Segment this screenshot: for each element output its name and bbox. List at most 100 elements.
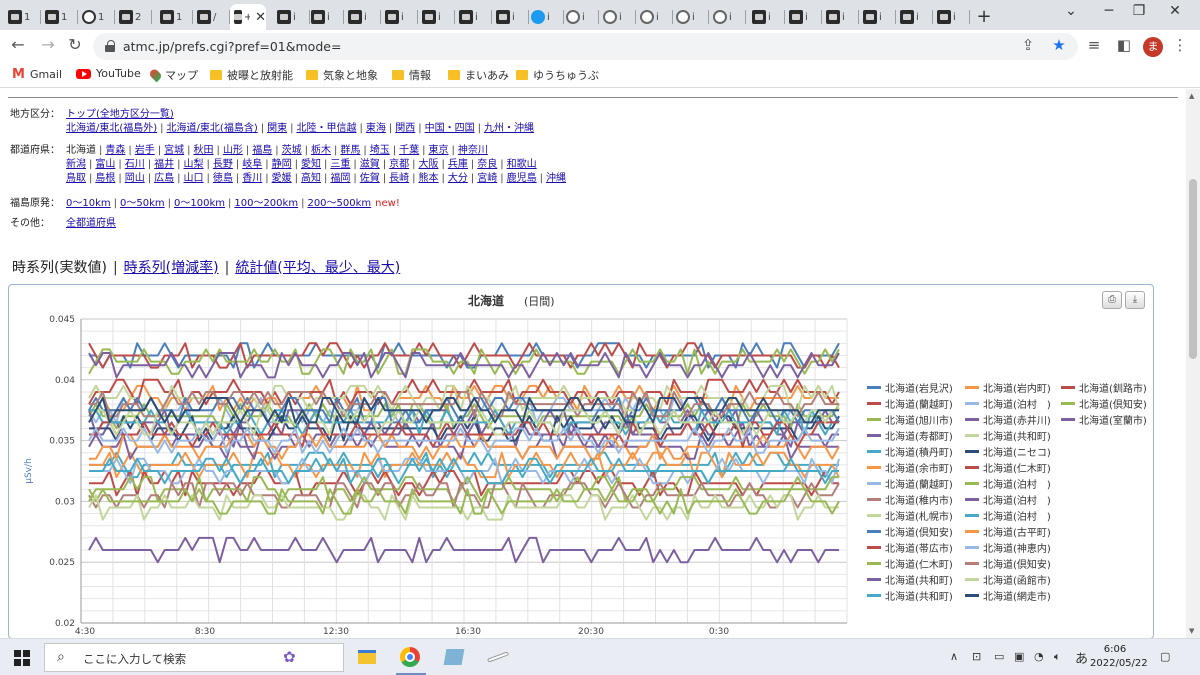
prefecture-link[interactable]: 山梨 <box>184 159 204 170</box>
legend-item[interactable]: 北海道(共和町) <box>965 428 1051 443</box>
browser-tab[interactable]: 1 <box>78 4 115 30</box>
browser-tab[interactable]: i <box>822 4 859 30</box>
region-link[interactable]: 東海 <box>366 123 386 134</box>
prefecture-link[interactable]: 京都 <box>389 159 409 170</box>
legend-item[interactable]: 北海道(岩内町) <box>965 380 1051 395</box>
legend-item[interactable]: 北海道(倶知安) <box>1061 396 1147 411</box>
close-window-button[interactable]: ✕ <box>1160 3 1190 19</box>
display-icon[interactable]: ▣ <box>1014 650 1024 663</box>
browser-tab[interactable]: i <box>748 4 785 30</box>
region-link[interactable]: 北海道/東北(福島含) <box>167 123 258 134</box>
prefecture-link[interactable]: 大阪 <box>419 159 439 170</box>
notes-app-icon[interactable] <box>442 646 466 668</box>
prefecture-link[interactable]: 岩手 <box>135 145 155 156</box>
distance-link[interactable]: 0〜100km <box>174 198 225 209</box>
prefecture-link[interactable]: 長崎 <box>389 173 409 184</box>
region-link[interactable]: 関西 <box>395 123 415 134</box>
legend-item[interactable]: 北海道(神恵内) <box>965 540 1051 555</box>
battery-icon[interactable]: ▭ <box>994 650 1004 663</box>
prefecture-link[interactable]: 静岡 <box>272 159 292 170</box>
lock-icon[interactable] <box>105 40 115 52</box>
prefecture-link[interactable]: 鹿児島 <box>507 173 537 184</box>
prefecture-link[interactable]: 奈良 <box>477 159 497 170</box>
browser-tab[interactable]: 1 <box>156 4 193 30</box>
browser-tab[interactable]: i <box>307 4 344 30</box>
browser-tab[interactable]: i <box>599 4 636 30</box>
prefecture-link[interactable]: 和歌山 <box>507 159 537 170</box>
prefecture-link[interactable]: 徳島 <box>213 173 233 184</box>
legend-item[interactable]: 北海道(古平町) <box>965 524 1051 539</box>
prefecture-link[interactable]: 神奈川 <box>458 145 488 156</box>
bookmark-gmail[interactable]: M Gmail <box>12 67 62 82</box>
browser-tab[interactable]: i <box>933 4 970 30</box>
minimize-button[interactable]: ─ <box>1094 3 1124 19</box>
browser-tab[interactable]: i <box>418 4 455 30</box>
prefecture-link[interactable]: 宮城 <box>164 145 184 156</box>
browser-tab[interactable]: i <box>896 4 933 30</box>
prefecture-link[interactable]: 滋賀 <box>360 159 380 170</box>
bookmark-folder-weather[interactable]: 気象と地象 <box>306 67 378 83</box>
region-link[interactable]: 中国・四国 <box>425 123 475 134</box>
prefecture-link[interactable]: 岡山 <box>125 173 145 184</box>
region-link[interactable]: トップ(全地方区分一覧) <box>66 109 174 120</box>
legend-item[interactable]: 北海道(ニセコ) <box>965 444 1051 459</box>
prefecture-link[interactable]: 大分 <box>448 173 468 184</box>
prefecture-link[interactable]: 長野 <box>213 159 233 170</box>
prefecture-link[interactable]: 岐阜 <box>242 159 262 170</box>
download-icon[interactable]: ⤓ <box>1125 291 1145 309</box>
show-hidden-icons-chevron-icon[interactable]: ∧ <box>950 650 958 663</box>
region-link[interactable]: 関東 <box>267 123 287 134</box>
prefecture-link[interactable]: 愛媛 <box>272 173 292 184</box>
browser-tab[interactable]: 1 <box>41 4 78 30</box>
legend-item[interactable]: 北海道(仁木町) <box>965 460 1051 475</box>
vertical-scrollbar[interactable]: ▲ ▼ <box>1186 89 1200 638</box>
prefecture-link[interactable]: 東京 <box>429 145 449 156</box>
browser-tab[interactable]: i <box>636 4 673 30</box>
bookmark-folder-info[interactable]: 情報 <box>392 67 431 83</box>
print-icon[interactable]: ⎙ <box>1102 291 1122 309</box>
prefecture-link[interactable]: 福岡 <box>330 173 350 184</box>
prefecture-link[interactable]: 秋田 <box>194 145 214 156</box>
legend-item[interactable]: 北海道(仁木町) <box>867 556 953 571</box>
browser-tab[interactable]: i <box>455 4 492 30</box>
network-icon[interactable]: ⊡ <box>972 650 981 663</box>
legend-item[interactable]: 北海道(蘭越町) <box>867 476 953 491</box>
back-arrow-icon[interactable]: ← <box>8 35 28 54</box>
chrome-icon[interactable] <box>398 646 422 668</box>
profile-avatar[interactable]: ま <box>1143 37 1163 57</box>
legend-item[interactable]: 北海道(倶知安) <box>867 524 953 539</box>
browser-tab[interactable]: i <box>859 4 896 30</box>
legend-item[interactable]: 北海道(泊村 ) <box>965 476 1051 491</box>
legend-item[interactable]: 北海道(札幌市) <box>867 508 953 523</box>
tab-active[interactable]: + ✕ <box>230 4 266 30</box>
legend-item[interactable]: 北海道(泊村 ) <box>965 492 1051 507</box>
distance-link[interactable]: 100〜200km <box>234 198 298 209</box>
bookmark-folder-youtube[interactable]: ゆうちゅうぶ <box>516 67 599 83</box>
prefecture-link[interactable]: 鳥取 <box>66 173 86 184</box>
tab-search-icon[interactable]: ⌄ <box>1056 3 1086 19</box>
prefecture-link[interactable]: 青森 <box>105 145 125 156</box>
bookmark-folder-radiation[interactable]: 被曝と放射能 <box>210 67 293 83</box>
legend-item[interactable]: 北海道(泊村 ) <box>965 508 1051 523</box>
prefecture-link[interactable]: 佐賀 <box>360 173 380 184</box>
browser-tab[interactable]: i <box>344 4 381 30</box>
region-link[interactable]: 北海道/東北(福島外) <box>66 123 157 134</box>
browser-tab[interactable]: i <box>527 4 564 30</box>
reading-list-icon[interactable]: ≡ <box>1084 36 1104 54</box>
legend-item[interactable]: 北海道(岩見沢) <box>867 380 953 395</box>
close-tab-icon[interactable]: ✕ <box>255 10 266 25</box>
distance-link[interactable]: 0〜10km <box>66 198 111 209</box>
prefecture-link[interactable]: 石川 <box>125 159 145 170</box>
prefecture-link[interactable]: 広島 <box>154 173 174 184</box>
new-tab-button[interactable]: + <box>974 6 994 27</box>
prefecture-link[interactable]: 富山 <box>95 159 115 170</box>
scrollbar-thumb[interactable] <box>1189 179 1197 359</box>
prefecture-link[interactable]: 愛知 <box>301 159 321 170</box>
prefecture-link[interactable]: 千葉 <box>399 145 419 156</box>
prefecture-link[interactable]: 宮崎 <box>477 173 497 184</box>
tab-timeseries-rate[interactable]: 時系列(増減率) <box>124 260 219 276</box>
bookmark-youtube[interactable]: YouTube <box>76 67 141 80</box>
legend-item[interactable]: 北海道(倶知安) <box>965 556 1051 571</box>
taskbar-search-box[interactable]: ⌕ ここに入力して検索 ✿ <box>44 643 344 672</box>
region-link[interactable]: 北陸・甲信越 <box>296 123 356 134</box>
